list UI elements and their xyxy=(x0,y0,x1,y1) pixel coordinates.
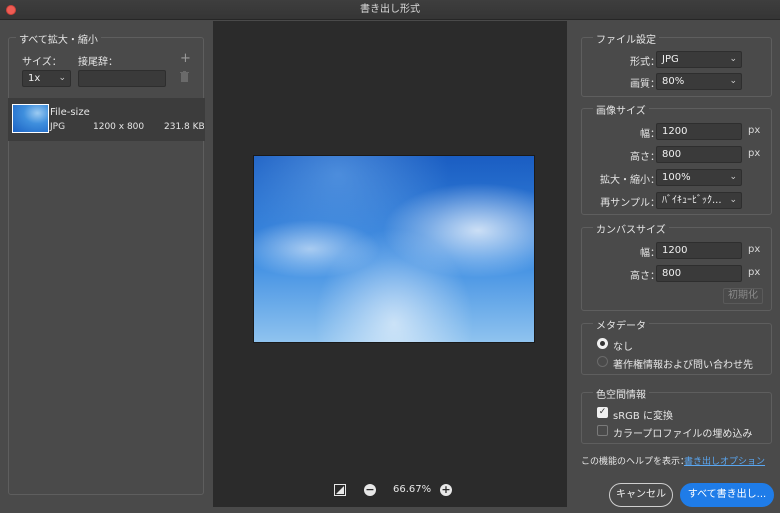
image-scale-select[interactable]: 100% ⌄ xyxy=(656,169,742,186)
metadata-copyright-radio[interactable] xyxy=(597,356,608,367)
help-link[interactable]: 書き出しオプション xyxy=(684,454,765,467)
help-text: この機能のヘルプを表示： xyxy=(581,457,690,467)
fit-view-icon[interactable] xyxy=(334,484,346,496)
file-settings-title: ファイル設定 xyxy=(593,31,659,46)
embed-profile-checkbox[interactable] xyxy=(597,425,608,436)
canvas-height-unit: px xyxy=(748,267,761,278)
canvas-height-input[interactable]: 800 xyxy=(656,265,742,282)
zoom-in-icon[interactable]: + xyxy=(440,484,452,496)
scale-all-title: すべて拡大・縮小 xyxy=(16,31,101,46)
export-all-button[interactable]: すべて書き出し... xyxy=(680,483,774,507)
left-panel: すべて拡大・縮小 サイズ： 接尾辞： + 1x ⌄ File-size JPG … xyxy=(0,21,212,513)
srgb-checkbox[interactable]: ✓ xyxy=(597,407,608,418)
metadata-title: メタデータ xyxy=(593,317,649,332)
canvas-width-unit: px xyxy=(748,244,761,255)
cancel-button[interactable]: キャンセル xyxy=(609,483,673,507)
right-panel: ファイル設定 形式： JPG ⌄ 画質： 80% ⌄ 画像サイズ 幅： 1200… xyxy=(568,21,780,513)
quality-select[interactable]: 80% ⌄ xyxy=(656,73,742,90)
asset-row[interactable]: File-size JPG 1200 x 800 231.8 KB xyxy=(8,98,205,141)
window-title: 書き出し形式 xyxy=(360,4,420,15)
close-window-button[interactable] xyxy=(6,5,16,15)
image-scale-label: 拡大・縮小： xyxy=(600,175,660,186)
resample-select[interactable]: ﾊﾞｲｷｭｰﾋﾞｯｸ... ⌄ xyxy=(656,192,742,209)
metadata-none-label: なし xyxy=(613,342,633,353)
image-scale-value: 100% xyxy=(662,172,691,183)
preview-image xyxy=(253,155,535,343)
preview-area: − 66.67% + xyxy=(213,21,567,507)
suffix-input[interactable] xyxy=(78,70,166,87)
image-size-title: 画像サイズ xyxy=(593,102,649,117)
metadata-none-radio[interactable] xyxy=(597,338,608,349)
quality-select-value: 80% xyxy=(662,76,685,87)
chevron-down-icon: ⌄ xyxy=(729,172,737,182)
color-space-title: 色空間情報 xyxy=(593,386,649,401)
asset-dimensions: 1200 x 800 xyxy=(93,122,145,132)
asset-filesize: 231.8 KB xyxy=(164,122,205,132)
resample-label: 再サンプル： xyxy=(600,198,660,209)
chevron-down-icon: ⌄ xyxy=(729,76,737,86)
chevron-down-icon: ⌄ xyxy=(58,73,66,83)
resample-value: ﾊﾞｲｷｭｰﾋﾞｯｸ... xyxy=(662,195,722,206)
chevron-down-icon: ⌄ xyxy=(729,54,737,64)
image-width-input[interactable]: 1200 xyxy=(656,123,742,140)
chevron-down-icon: ⌄ xyxy=(729,195,737,205)
asset-name: File-size xyxy=(50,107,90,118)
srgb-label: sRGB に変換 xyxy=(613,411,673,422)
format-select[interactable]: JPG ⌄ xyxy=(656,51,742,68)
asset-format: JPG xyxy=(50,122,66,132)
image-height-input[interactable]: 800 xyxy=(656,146,742,163)
zoom-bar: − 66.67% + xyxy=(213,481,567,499)
trash-icon[interactable] xyxy=(180,71,189,85)
zoom-out-icon[interactable]: − xyxy=(364,484,376,496)
plus-icon[interactable]: + xyxy=(180,51,191,66)
canvas-size-title: カンバスサイズ xyxy=(593,221,669,236)
canvas-width-input[interactable]: 1200 xyxy=(656,242,742,259)
suffix-label: 接尾辞： xyxy=(78,57,118,68)
format-select-value: JPG xyxy=(662,54,679,65)
image-height-unit: px xyxy=(748,148,761,159)
title-bar: 書き出し形式 xyxy=(0,0,780,20)
metadata-copyright-label: 著作権情報および問い合わせ先 xyxy=(613,360,753,371)
image-width-unit: px xyxy=(748,125,761,136)
zoom-value: 66.67% xyxy=(393,484,432,495)
size-label: サイズ： xyxy=(22,57,62,68)
scale-select-value: 1x xyxy=(28,73,41,84)
asset-thumbnail xyxy=(12,104,49,133)
scale-select[interactable]: 1x ⌄ xyxy=(22,70,71,87)
embed-profile-label: カラープロファイルの埋め込み xyxy=(613,429,753,440)
reset-button[interactable]: 初期化 xyxy=(723,288,763,304)
